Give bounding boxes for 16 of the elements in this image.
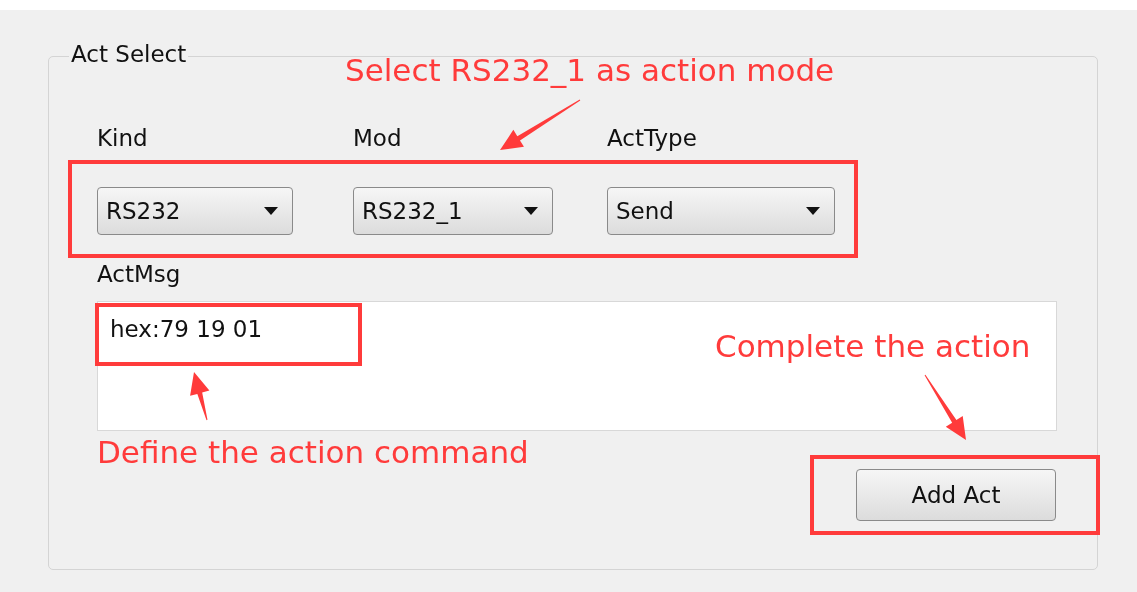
caret-icon: [524, 207, 538, 215]
field-label: ActMsg: [97, 261, 181, 287]
caret-icon: [264, 207, 278, 215]
field-label: ActType: [607, 125, 698, 151]
dropdown[interactable]: RS232_1: [353, 187, 553, 235]
arrow: [924, 374, 966, 440]
caret-icon: [806, 207, 820, 215]
add-act-button[interactable]: Add Act: [856, 469, 1056, 521]
annotation-text: Complete the action: [715, 328, 1031, 364]
dropdown[interactable]: Send: [607, 187, 835, 235]
annotation-text: Define the action command: [97, 434, 529, 470]
dropdown[interactable]: RS232: [97, 187, 293, 235]
field-label: Mod: [353, 125, 403, 151]
field-label: Kind: [97, 125, 149, 151]
arrow: [190, 372, 210, 421]
annotation-text: Select RS232_1 as action mode: [345, 52, 835, 88]
